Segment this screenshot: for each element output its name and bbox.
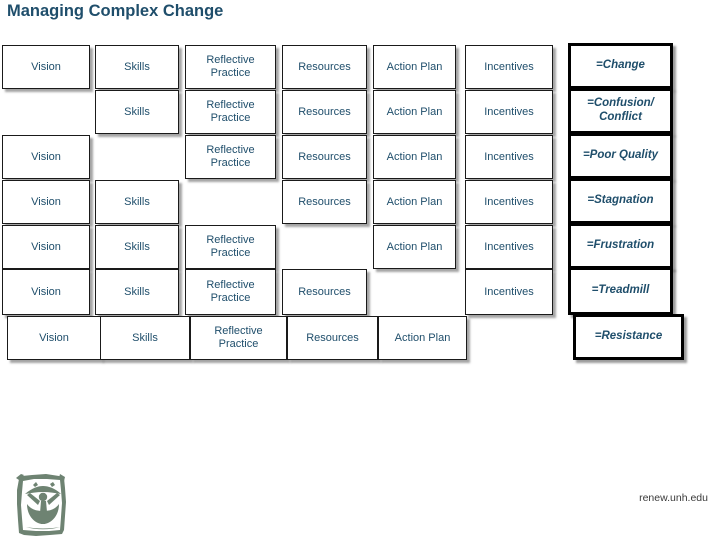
result-box-row3: =Poor Quality [568, 133, 673, 179]
factor-box-incentives-row1: Incentives [465, 45, 553, 89]
factor-box-resources-row3: Resources [282, 135, 367, 179]
result-box-row5: =Frustration [568, 223, 673, 269]
factor-box-skills-row4: Skills [95, 180, 179, 224]
factor-box-incentives-row4: Incentives [465, 180, 553, 224]
factor-box-vision-row3: Vision [2, 135, 90, 179]
factor-box-reflective-practice-row7: Reflective Practice [190, 316, 287, 360]
factor-box-vision-row5: Vision [2, 225, 90, 269]
factor-box-skills-row1: Skills [95, 45, 179, 89]
factor-box-resources-row1: Resources [282, 45, 367, 89]
factor-box-skills-row7: Skills [100, 316, 190, 360]
factor-box-reflective-practice-row3: Reflective Practice [185, 135, 276, 179]
factor-box-action-plan-row4: Action Plan [373, 180, 456, 224]
factor-box-action-plan-row7: Action Plan [378, 316, 467, 360]
managing-complex-change-matrix: Vision Skills Reflective Practice Resources… [0, 0, 720, 400]
factor-box-action-plan-row1: Action Plan [373, 45, 456, 89]
factor-box-vision-row4: Vision [2, 180, 90, 224]
factor-box-action-plan-row5: Action Plan [373, 225, 456, 269]
result-box-row2: =Confusion/ Conflict [568, 88, 673, 134]
factor-box-resources-row4: Resources [282, 180, 367, 224]
factor-box-resources-row6: Resources [282, 269, 367, 315]
factor-box-reflective-practice-row2: Reflective Practice [185, 90, 276, 134]
factor-box-skills-row5: Skills [95, 225, 179, 269]
factor-box-incentives-row5: Incentives [465, 225, 553, 269]
result-box-row6: =Treadmill [568, 267, 673, 315]
renew-person-in-frame-logo [16, 474, 66, 536]
factor-box-incentives-row6: Incentives [465, 269, 553, 315]
factor-box-vision-row6: Vision [2, 269, 90, 315]
factor-box-skills-row6: Skills [95, 269, 179, 315]
result-box-row4: =Stagnation [568, 178, 673, 224]
factor-box-skills-row2: Skills [95, 90, 179, 134]
factor-box-resources-row2: Resources [282, 90, 367, 134]
factor-box-reflective-practice-row6: Reflective Practice [185, 269, 276, 315]
footer-url: renew.unh.edu [639, 492, 708, 504]
factor-box-reflective-practice-row5: Reflective Practice [185, 225, 276, 269]
factor-box-vision-row1: Vision [2, 45, 90, 89]
factor-box-incentives-row3: Incentives [465, 135, 553, 179]
factor-box-resources-row7: Resources [287, 316, 378, 360]
result-box-row7: =Resistance [573, 314, 684, 360]
factor-box-vision-row7: Vision [7, 316, 101, 360]
factor-box-reflective-practice-row1: Reflective Practice [185, 45, 276, 89]
factor-box-action-plan-row2: Action Plan [373, 90, 456, 134]
result-box-row1: =Change [568, 43, 673, 89]
factor-box-incentives-row2: Incentives [465, 90, 553, 134]
factor-box-action-plan-row3: Action Plan [373, 135, 456, 179]
